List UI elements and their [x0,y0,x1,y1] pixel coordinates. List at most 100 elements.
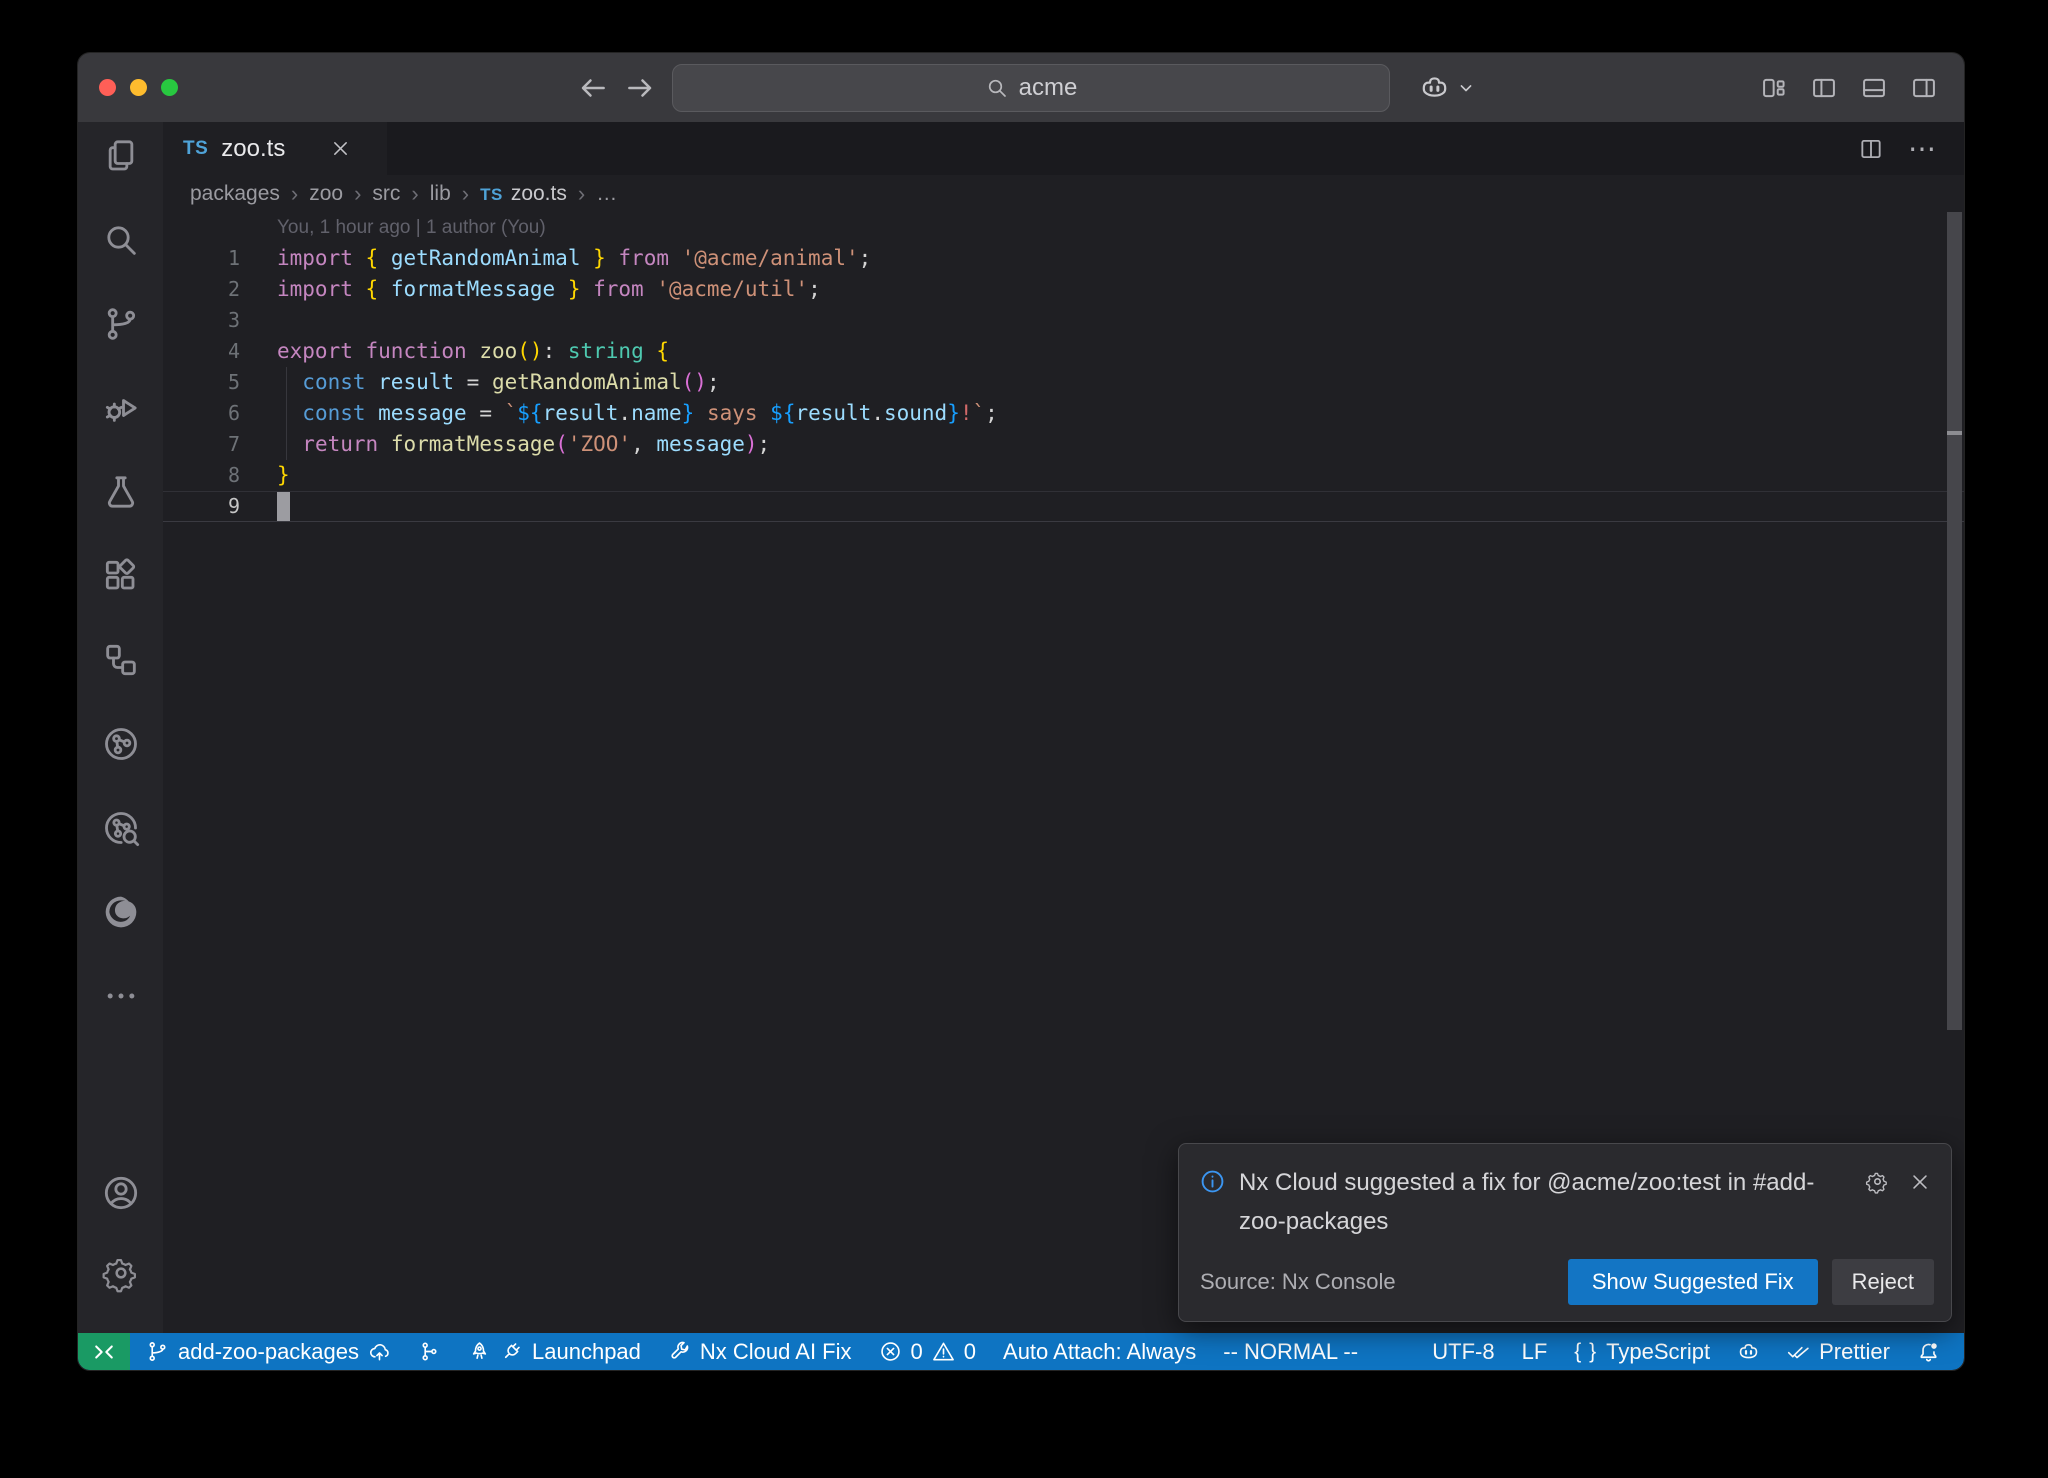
vim-mode-status[interactable]: -- NORMAL -- [1223,1339,1358,1365]
scrollbar-thumb[interactable] [1947,212,1962,1030]
source-control-icon[interactable] [101,304,141,344]
breadcrumb-item-src[interactable]: src [372,182,400,206]
status-label: 0 [911,1339,923,1365]
indent-guide [286,367,287,460]
zoom-traffic-light[interactable] [161,79,178,96]
git-branch-icon [146,1340,169,1363]
command-center-search[interactable]: acme [672,64,1390,112]
close-traffic-light[interactable] [99,79,116,96]
statusbar-left: add-zoo-packages Launchpad Nx Cloud AI Fix… [130,1339,1358,1365]
code-line-3[interactable]: 3 [163,305,1964,336]
status-label: LF [1522,1339,1548,1365]
reject-button[interactable]: Reject [1832,1259,1934,1305]
extensions-icon[interactable] [101,556,141,596]
warning-icon [932,1340,955,1363]
copilot-status[interactable] [1737,1340,1760,1363]
line-content: import { getRandomAnimal } from '@acme/a… [240,243,871,274]
more-views-icon[interactable] [101,976,141,1016]
status-label: Nx Cloud AI Fix [700,1339,852,1365]
status-label: Launchpad [532,1339,641,1365]
breadcrumb-item-zoo-ts[interactable]: TSzoo.ts [480,182,567,206]
title-bar: acme [78,53,1964,122]
launchpad-status[interactable]: Launchpad [468,1339,641,1365]
toggle-primary-sidebar-icon[interactable] [1810,74,1838,102]
forward-arrow-icon[interactable] [625,73,655,103]
line-number[interactable]: 9 [163,492,240,521]
back-arrow-icon[interactable] [578,73,608,103]
line-number[interactable]: 3 [163,305,240,336]
git-branch-status[interactable]: add-zoo-packages [146,1339,391,1365]
notification-toast: Nx Cloud suggested a fix for @acme/zoo:t… [1178,1143,1952,1322]
code-line-5[interactable]: 5 const result = getRandomAnimal(); [163,367,1964,398]
vim-block-cursor [277,492,290,521]
code-line-6[interactable]: 6 const message = `${result.name} says $… [163,398,1964,429]
line-number[interactable]: 8 [163,460,240,491]
copilot-icon [1419,72,1450,103]
encoding-status[interactable]: UTF-8 [1432,1339,1494,1365]
line-number[interactable]: 7 [163,429,240,460]
status-label: Prettier [1819,1339,1890,1365]
nx-console-icon[interactable] [101,640,141,680]
code-line-8[interactable]: 8} [163,460,1964,491]
nx-project-graph-icon[interactable] [101,724,141,764]
notifications-status[interactable] [1917,1340,1940,1363]
code-line-1[interactable]: 1import { getRandomAnimal } from '@acme/… [163,243,1964,274]
plug-icon [500,1340,523,1363]
line-number[interactable]: 1 [163,243,240,274]
eol-status[interactable]: LF [1522,1339,1548,1365]
edge-devtools-icon[interactable] [101,892,141,932]
line-number[interactable]: 4 [163,336,240,367]
tab-title: zoo.ts [221,135,285,163]
git-graph-status[interactable] [418,1340,441,1363]
nx-cloud-ai-fix-status[interactable]: Nx Cloud AI Fix [668,1339,852,1365]
code-line-9[interactable]: 9 [163,491,1964,522]
run-debug-icon[interactable] [101,388,141,428]
prettier-status[interactable]: Prettier [1787,1339,1890,1365]
status-label: Auto Attach: Always [1003,1339,1196,1365]
auto-attach-status[interactable]: Auto Attach: Always [1003,1339,1196,1365]
code-line-7[interactable]: 7 return formatMessage('ZOO', message); [163,429,1964,460]
more-actions-icon[interactable]: ⋯ [1908,135,1936,163]
traffic-lights [99,53,178,122]
line-content: export function zoo(): string { [240,336,669,367]
minimize-traffic-light[interactable] [130,79,147,96]
split-editor-icon[interactable] [1858,136,1884,162]
settings-icon[interactable] [101,1253,141,1293]
line-number[interactable]: 2 [163,274,240,305]
remote-indicator[interactable] [78,1333,130,1370]
show-suggested-fix-button[interactable]: Show Suggested Fix [1568,1259,1818,1305]
explorer-icon[interactable] [101,136,141,176]
status-bar: add-zoo-packages Launchpad Nx Cloud AI Fix… [78,1333,1964,1370]
line-content [240,492,290,521]
titlebar-center: acme [578,53,1476,122]
line-content: return formatMessage('ZOO', message); [240,429,770,460]
typescript-file-icon: TS [480,185,503,204]
breadcrumb-item-lib[interactable]: lib [430,182,451,206]
notification-close-icon[interactable] [1909,1171,1931,1193]
statusbar-right: UTF-8 LF { }TypeScript Prettier [1432,1339,1964,1365]
problems-status[interactable]: 00 [879,1339,977,1365]
toggle-secondary-sidebar-icon[interactable] [1910,74,1938,102]
search-icon[interactable] [101,220,141,260]
customize-layout-icon[interactable] [1760,74,1788,102]
testing-icon[interactable] [101,472,141,512]
breadcrumb-item-zoo[interactable]: zoo [309,182,343,206]
status-label: TypeScript [1606,1339,1710,1365]
accounts-icon[interactable] [101,1173,141,1213]
copilot-menu[interactable] [1419,72,1476,103]
breadcrumb-item--[interactable]: … [596,182,617,206]
toggle-panel-icon[interactable] [1860,74,1888,102]
notification-settings-gear-icon[interactable] [1865,1169,1890,1194]
breadcrumb-separator: › [291,181,298,207]
nx-cloud-icon[interactable] [101,808,141,848]
tabbar-actions: ⋯ [1858,122,1964,175]
language-status[interactable]: { }TypeScript [1574,1339,1710,1365]
line-number[interactable]: 6 [163,398,240,429]
code-line-2[interactable]: 2import { formatMessage } from '@acme/ut… [163,274,1964,305]
line-content: const message = `${result.name} says ${r… [240,398,998,429]
breadcrumb-item-packages[interactable]: packages [190,182,280,206]
tab-zoo-ts[interactable]: TS zoo.ts [163,122,387,175]
code-line-4[interactable]: 4export function zoo(): string { [163,336,1964,367]
close-icon[interactable] [330,138,351,159]
line-number[interactable]: 5 [163,367,240,398]
